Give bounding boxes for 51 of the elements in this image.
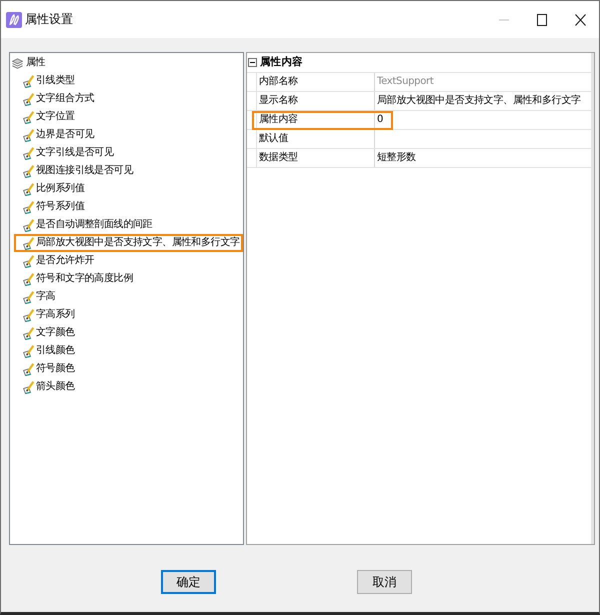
pencil-paper-icon xyxy=(23,362,34,376)
tree-item[interactable]: 属性 xyxy=(10,54,243,72)
tree-item[interactable]: 符号颜色 xyxy=(14,360,243,378)
window-title: 属性设置 xyxy=(25,11,73,28)
tree-item[interactable]: 文字颜色 xyxy=(14,324,243,342)
tree-item[interactable]: 引线颜色 xyxy=(14,342,243,360)
cancel-button[interactable]: 取消 xyxy=(357,570,412,594)
pencil-paper-icon xyxy=(23,344,34,358)
tree-item[interactable]: 文字位置 xyxy=(14,108,243,126)
property-name: 显示名称 xyxy=(256,92,374,110)
property-name: 数据类型 xyxy=(256,149,374,167)
tree-item[interactable]: 比例系列值 xyxy=(14,180,243,198)
pencil-paper-icon xyxy=(23,182,34,196)
property-name: 属性内容 xyxy=(256,111,374,129)
pencil-paper-icon xyxy=(23,326,34,340)
pencil-paper-icon xyxy=(23,128,34,142)
tree-item[interactable]: 视图连接引线是否可见 xyxy=(14,162,243,180)
tree-item[interactable]: 引线类型 xyxy=(14,72,243,90)
pencil-paper-icon xyxy=(23,272,34,286)
pencil-paper-icon xyxy=(23,200,34,214)
pencil-paper-icon xyxy=(23,164,34,178)
pencil-paper-icon xyxy=(23,290,34,304)
pencil-paper-icon xyxy=(23,236,34,250)
tree-item[interactable]: 符号和文字的高度比例 xyxy=(14,270,243,288)
tree-item[interactable]: 箭头颜色 xyxy=(14,378,243,396)
section-header[interactable]: 属性内容 xyxy=(247,53,591,73)
property-value[interactable]: 短整形数 xyxy=(374,149,591,167)
pencil-paper-icon xyxy=(23,74,34,88)
tree-item[interactable]: 符号系列值 xyxy=(14,198,243,216)
tree-item[interactable]: 局部放大视图中是否支持文字、属性和多行文字 xyxy=(14,234,243,252)
property-name: 默认值 xyxy=(256,130,374,148)
pencil-paper-icon xyxy=(23,92,34,106)
logo-icon xyxy=(6,12,22,28)
property-value[interactable]: 局部放大视图中是否支持文字、属性和多行文字 xyxy=(374,92,591,110)
tree-item[interactable]: 文字引线是否可见 xyxy=(14,144,243,162)
property-value[interactable]: 0 xyxy=(374,111,591,129)
pencil-paper-icon xyxy=(23,146,34,160)
pencil-paper-icon xyxy=(23,218,34,232)
pencil-paper-icon xyxy=(23,308,34,322)
pencil-paper-icon xyxy=(23,380,34,394)
tree-item[interactable]: 是否允许炸开 xyxy=(14,252,243,270)
ok-button[interactable]: 确定 xyxy=(161,570,216,594)
property-name: 内部名称 xyxy=(256,73,374,91)
pencil-paper-icon xyxy=(23,254,34,268)
tree-item[interactable]: 字高 xyxy=(14,288,243,306)
tree-item[interactable]: 字高系列 xyxy=(14,306,243,324)
tree-item[interactable]: 边界是否可见 xyxy=(14,126,243,144)
layers-icon xyxy=(12,58,23,68)
pencil-paper-icon xyxy=(23,110,34,124)
tree-item[interactable]: 文字组合方式 xyxy=(14,90,243,108)
tree-item[interactable]: 是否自动调整剖面线的间距 xyxy=(14,216,243,234)
